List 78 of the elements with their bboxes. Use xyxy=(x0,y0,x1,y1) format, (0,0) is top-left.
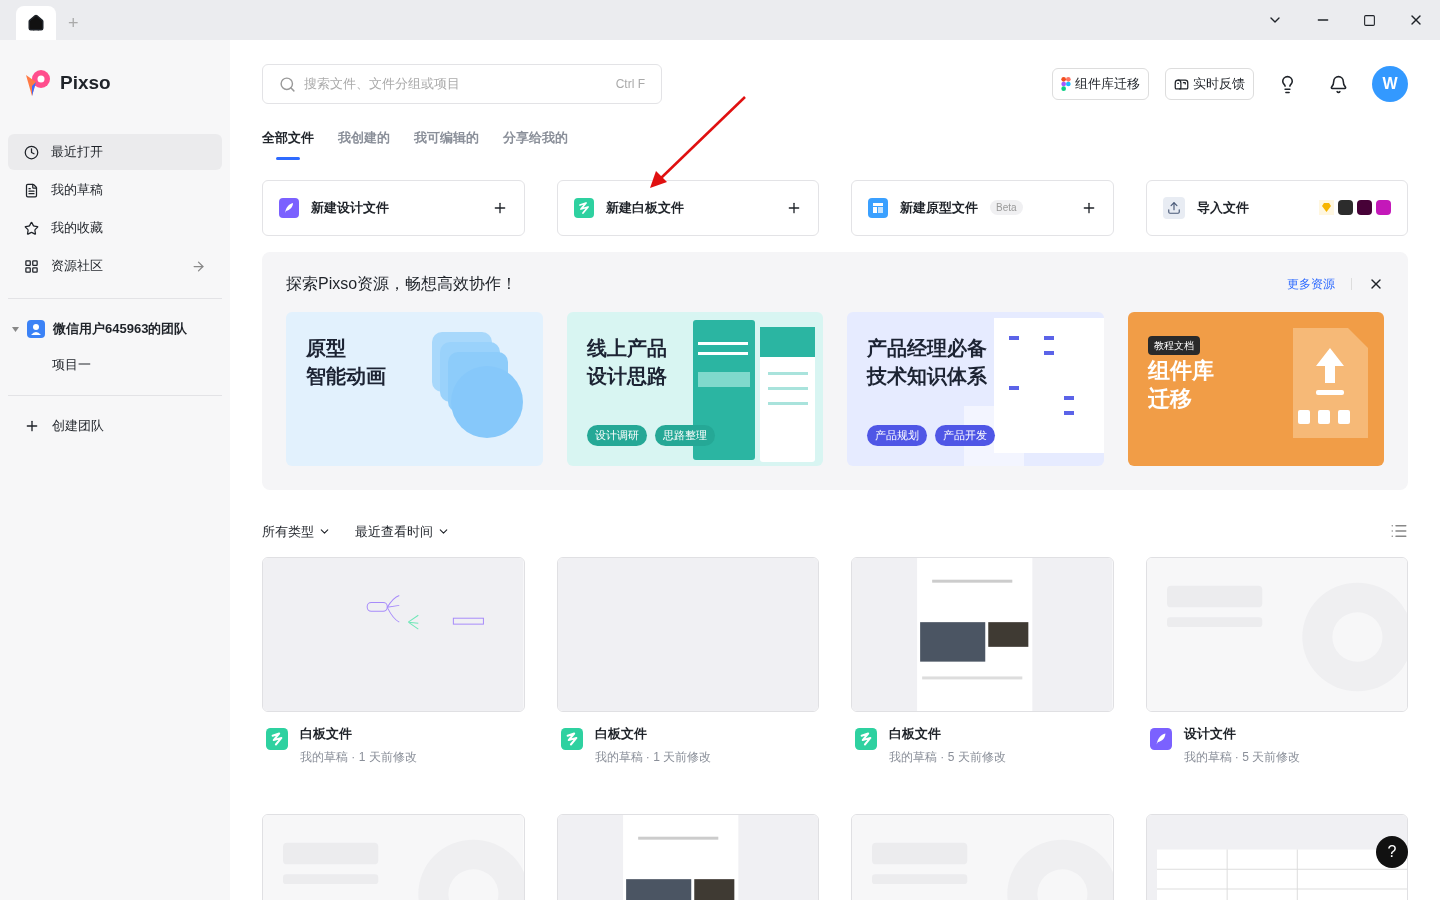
team-item[interactable]: 微信用户645963的团队 xyxy=(8,311,222,347)
resource-banner[interactable]: 线上产品 设计思路 设计调研 思路整理 xyxy=(566,311,823,466)
feather-file-icon xyxy=(1149,728,1172,750)
file-meta: 我的草稿 · 1 天前修改 xyxy=(300,748,417,766)
prototype-file-icon xyxy=(868,197,888,218)
rp-logo-icon xyxy=(1376,200,1391,215)
file-thumbnail[interactable] xyxy=(556,557,819,712)
resource-banner[interactable]: 产品经理必备 技术知识体系 产品规划 产品开发 xyxy=(847,311,1104,466)
figma-logo-icon xyxy=(1338,200,1353,215)
whiteboard-file-icon xyxy=(573,197,594,218)
mailbox-icon xyxy=(1174,76,1189,92)
create-file-card[interactable]: 导入文件 xyxy=(1145,179,1408,236)
create-file-card[interactable]: 新建白板文件 xyxy=(556,179,819,236)
sidebar-item[interactable]: 我的收藏 xyxy=(8,210,222,246)
file-thumbnail[interactable] xyxy=(851,557,1114,712)
file-name: 白板文件 xyxy=(889,725,942,743)
resource-banner[interactable]: 原型 智能动画 xyxy=(286,311,543,466)
filter-dropdown[interactable]: 所有类型 xyxy=(262,521,331,541)
banner-tag: 产品开发 xyxy=(935,425,995,446)
file-thumbnail[interactable] xyxy=(1145,557,1408,712)
search-icon xyxy=(279,75,296,93)
star-icon xyxy=(24,220,39,236)
header-button[interactable]: 组件库迁移 xyxy=(1052,68,1149,100)
banner-tag: 教程文档 xyxy=(1147,335,1200,355)
banner-tag: 思路整理 xyxy=(654,425,715,446)
search-input[interactable]: 搜索文件、文件分组或项目 xyxy=(304,74,608,94)
whiteboard-file-icon xyxy=(855,728,877,750)
file-tab[interactable]: 全部文件 xyxy=(262,128,314,160)
banner-tag: 产品规划 xyxy=(867,425,927,446)
file-name: 白板文件 xyxy=(300,725,353,743)
sidebar-item[interactable]: 最近打开 xyxy=(8,134,222,170)
file-thumbnail[interactable] xyxy=(262,557,525,712)
clock-icon xyxy=(24,144,39,160)
sidebar-item[interactable]: 资源社区 xyxy=(8,248,222,284)
sketch-logo-icon xyxy=(1319,200,1334,215)
filter-dropdown[interactable]: 最近查看时间 xyxy=(355,521,450,541)
document-icon xyxy=(24,182,39,198)
banner-title: 线上产品 xyxy=(586,335,668,360)
sidebar-item[interactable]: 我的草稿 xyxy=(8,172,222,208)
upload-icon xyxy=(1162,196,1185,219)
create-file-card[interactable]: 新建原型文件 Beta xyxy=(851,179,1114,236)
file-name: 白板文件 xyxy=(594,725,648,743)
resources-title: 探索Pixso资源，畅想高效协作！ xyxy=(286,273,518,294)
person-icon xyxy=(27,320,45,338)
feather-file-icon xyxy=(279,197,299,218)
home-tab[interactable] xyxy=(16,6,56,40)
beta-badge: Beta xyxy=(990,200,1023,215)
notification-icon[interactable] xyxy=(1329,74,1348,94)
expand-caret-icon[interactable] xyxy=(12,326,19,332)
whiteboard-file-icon xyxy=(560,728,583,750)
banner-title: 智能动画 xyxy=(306,363,387,388)
xd-logo-icon xyxy=(1357,200,1372,215)
file-meta: 我的草稿 · 5 天前修改 xyxy=(1183,748,1301,766)
whiteboard-file-icon xyxy=(266,728,288,750)
banner-title: 组件库 xyxy=(1147,358,1215,383)
banner-title: 原型 xyxy=(306,335,347,360)
project-item[interactable]: 项目一 xyxy=(8,347,222,383)
grid-icon xyxy=(24,258,39,274)
create-team-item[interactable]: 创建团队 xyxy=(8,408,222,444)
home-icon xyxy=(27,14,45,32)
banner-title: 产品经理必备 xyxy=(867,335,988,360)
banner-title: 设计思路 xyxy=(586,363,668,388)
resource-banner[interactable]: 教程文档 组件库 迁移 xyxy=(1127,311,1384,466)
figma-logo-icon xyxy=(1061,77,1071,91)
create-file-card[interactable]: 新建设计文件 xyxy=(262,179,525,236)
file-name: 设计文件 xyxy=(1183,725,1237,743)
arrow-icon xyxy=(191,258,206,274)
shortcut-hint: Ctrl F xyxy=(615,76,645,93)
maximize-icon[interactable] xyxy=(1363,13,1376,27)
brand-name: Pixso xyxy=(60,70,111,95)
header-button[interactable]: 实时反馈 xyxy=(1165,68,1254,100)
banner-tag: 设计调研 xyxy=(586,425,647,446)
more-resources-link[interactable]: 更多资源 xyxy=(1287,274,1335,293)
banner-title: 迁移 xyxy=(1147,386,1193,411)
plus-icon xyxy=(24,418,40,434)
banner-title: 技术知识体系 xyxy=(867,363,988,388)
file-meta: 我的草稿 · 1 天前修改 xyxy=(594,748,712,766)
file-meta: 我的草稿 · 5 天前修改 xyxy=(889,748,1006,766)
